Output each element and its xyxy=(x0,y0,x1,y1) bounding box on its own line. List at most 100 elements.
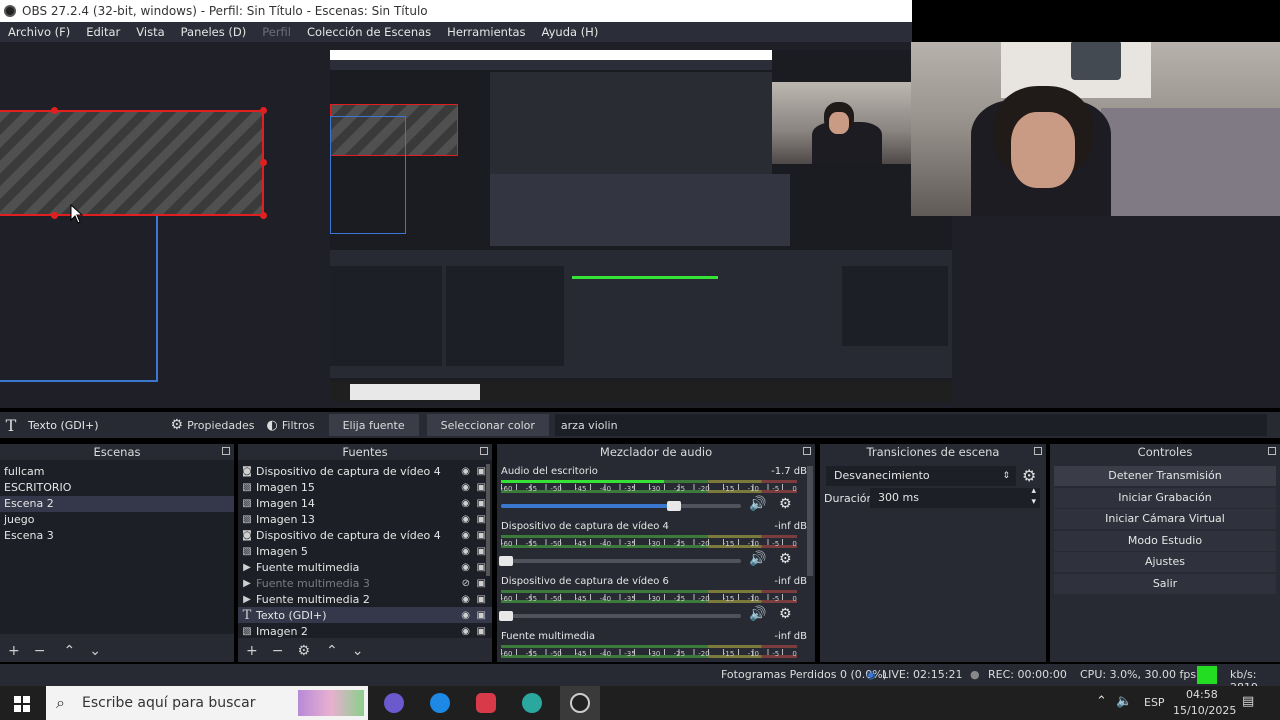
exit-button[interactable]: Salir xyxy=(1054,573,1276,594)
lock-icon[interactable]: ▣ xyxy=(477,530,486,541)
gear-icon[interactable]: ⚙ xyxy=(779,496,792,512)
speaker-icon[interactable]: 🔊 xyxy=(749,606,766,622)
language-indicator[interactable]: ESP xyxy=(1144,696,1165,709)
eye-icon[interactable]: ◉ xyxy=(461,594,470,605)
speaker-icon[interactable]: 🔊 xyxy=(749,551,766,567)
preview-canvas[interactable] xyxy=(0,42,1280,408)
lock-icon[interactable]: ▣ xyxy=(477,594,486,605)
speaker-icon[interactable]: 🔈 xyxy=(1116,694,1132,709)
add-source-icon[interactable]: + xyxy=(246,643,258,659)
eye-icon[interactable]: ◉ xyxy=(461,562,470,573)
lock-icon[interactable]: ▣ xyxy=(477,610,486,621)
resize-handle[interactable] xyxy=(51,107,58,114)
menu-ayuda[interactable]: Ayuda (H) xyxy=(534,25,607,39)
eye-icon[interactable]: ◉ xyxy=(461,546,470,557)
obs-taskbar-active[interactable] xyxy=(560,686,600,720)
menu-editar[interactable]: Editar xyxy=(78,25,128,39)
volume-slider[interactable] xyxy=(498,556,741,566)
source-item[interactable]: ◙ Dispositivo de captura de vídeo 4 ◉ ▣ xyxy=(238,463,492,479)
add-scene-icon[interactable]: + xyxy=(8,643,20,659)
menu-paneles[interactable]: Paneles (D) xyxy=(173,25,255,39)
clock-date[interactable]: 15/10/2025 xyxy=(1173,704,1236,717)
resize-handle[interactable] xyxy=(260,107,267,114)
gear-icon[interactable]: ⚙ xyxy=(297,643,310,659)
source-item[interactable]: ▧ Imagen 5 ◉ ▣ xyxy=(238,543,492,559)
float-dock-icon[interactable] xyxy=(803,447,811,455)
volume-slider[interactable] xyxy=(498,611,741,621)
eye-icon[interactable]: ◉ xyxy=(461,482,470,493)
gear-icon[interactable]: ⚙ xyxy=(1022,466,1036,485)
lock-icon[interactable]: ▣ xyxy=(477,514,486,525)
move-up-icon[interactable]: ⌃ xyxy=(326,643,338,659)
scene-item-juego[interactable]: juego xyxy=(0,512,234,528)
eye-icon[interactable]: ◉ xyxy=(461,466,470,477)
resize-handle[interactable] xyxy=(260,212,267,219)
windows-start-icon[interactable] xyxy=(14,696,30,712)
lock-icon[interactable]: ▣ xyxy=(477,562,486,573)
select-color-button[interactable]: Seleccionar color xyxy=(426,414,549,436)
filters-button[interactable]: ◐ Filtros xyxy=(261,414,321,436)
eye-icon[interactable]: ◉ xyxy=(461,610,470,621)
choose-font-button[interactable]: Elija fuente xyxy=(328,414,419,436)
lock-icon[interactable]: ▣ xyxy=(477,578,486,589)
eye-icon[interactable]: ◉ xyxy=(461,514,470,525)
app-icon[interactable] xyxy=(476,693,496,713)
lock-icon[interactable]: ▣ xyxy=(477,498,486,509)
scene-item-escena-2[interactable]: Escena 2 xyxy=(0,496,234,512)
chevron-up-icon[interactable]: ⌃ xyxy=(1096,694,1107,709)
float-dock-icon[interactable] xyxy=(222,447,230,455)
sources-scrollbar[interactable] xyxy=(486,464,490,576)
start-virtual-camera-button[interactable]: Iniciar Cámara Virtual xyxy=(1054,509,1276,529)
start-recording-button[interactable]: Iniciar Grabación xyxy=(1054,487,1276,508)
menu-coleccion-escenas[interactable]: Colección de Escenas xyxy=(299,25,439,39)
stop-streaming-button[interactable]: Detener Transmisión xyxy=(1054,466,1276,486)
selected-source-box[interactable] xyxy=(0,110,264,216)
studio-mode-button[interactable]: Modo Estudio xyxy=(1054,530,1276,551)
source-item[interactable]: ▶ Fuente multimedia ◉ ▣ xyxy=(238,559,492,575)
settings-button[interactable]: Ajustes xyxy=(1054,552,1276,572)
duration-field[interactable]: 300 ms ▴ ▾ xyxy=(870,486,1040,508)
gear-icon[interactable]: ⚙ xyxy=(779,606,792,622)
text-value-field[interactable]: arza violin xyxy=(554,414,1267,436)
browser-icon[interactable] xyxy=(522,693,542,713)
lock-icon[interactable]: ▣ xyxy=(477,482,486,493)
source-item[interactable]: ▶ Fuente multimedia 2 ◉ ▣ xyxy=(238,591,492,607)
menu-archivo[interactable]: Archivo (F) xyxy=(0,25,78,39)
taskbar-search[interactable]: ⌕ Escribe aquí para buscar xyxy=(46,686,368,720)
eye-icon[interactable]: ◉ xyxy=(461,626,470,637)
float-dock-icon[interactable] xyxy=(480,447,488,455)
speaker-icon[interactable]: 🔊 xyxy=(749,496,766,512)
move-down-icon[interactable]: ⌄ xyxy=(352,643,364,659)
scene-item-fullcam[interactable]: fullcam xyxy=(0,464,234,480)
eye-icon[interactable]: ◉ xyxy=(461,530,470,541)
lock-icon[interactable]: ▣ xyxy=(477,546,486,557)
source-item[interactable]: ▧ Imagen 2 ◉ ▣ xyxy=(238,623,492,638)
move-up-icon[interactable]: ⌃ xyxy=(63,643,75,659)
discord-icon[interactable] xyxy=(384,693,404,713)
menu-herramientas[interactable]: Herramientas xyxy=(439,25,533,39)
transition-select[interactable]: Desvanecimiento ⇕ xyxy=(826,466,1016,486)
volume-slider[interactable] xyxy=(501,501,741,511)
eye-hidden-icon[interactable]: ⊘ xyxy=(462,578,470,589)
source-item[interactable]: ▶ Fuente multimedia 3 ⊘ ▣ xyxy=(238,575,492,591)
source-item[interactable]: ▧ Imagen 14 ◉ ▣ xyxy=(238,495,492,511)
menu-vista[interactable]: Vista xyxy=(128,25,172,39)
float-dock-icon[interactable] xyxy=(1034,447,1042,455)
properties-button[interactable]: ⚙ Propiedades xyxy=(165,414,261,436)
eye-icon[interactable]: ◉ xyxy=(461,498,470,509)
source-item[interactable]: ◙ Dispositivo de captura de vídeo 4 ◉ ▣ xyxy=(238,527,492,543)
source-item[interactable]: T Texto (GDI+) ◉ ▣ xyxy=(238,607,492,623)
resize-handle[interactable] xyxy=(260,159,267,166)
gear-icon[interactable]: ⚙ xyxy=(779,551,792,567)
remove-source-icon[interactable]: − xyxy=(272,643,284,659)
lock-icon[interactable]: ▣ xyxy=(477,466,486,477)
mixer-scrollbar[interactable] xyxy=(807,466,813,576)
edge-icon[interactable] xyxy=(430,693,450,713)
scene-item-escena-3[interactable]: Escena 3 xyxy=(0,528,234,544)
source-item[interactable]: ▧ Imagen 15 ◉ ▣ xyxy=(238,479,492,495)
clock-time[interactable]: 04:58 xyxy=(1186,688,1218,701)
lock-icon[interactable]: ▣ xyxy=(477,626,486,637)
spin-arrows-icon[interactable]: ▴ ▾ xyxy=(1031,486,1036,508)
move-down-icon[interactable]: ⌄ xyxy=(89,643,101,659)
resize-handle[interactable] xyxy=(51,212,58,219)
